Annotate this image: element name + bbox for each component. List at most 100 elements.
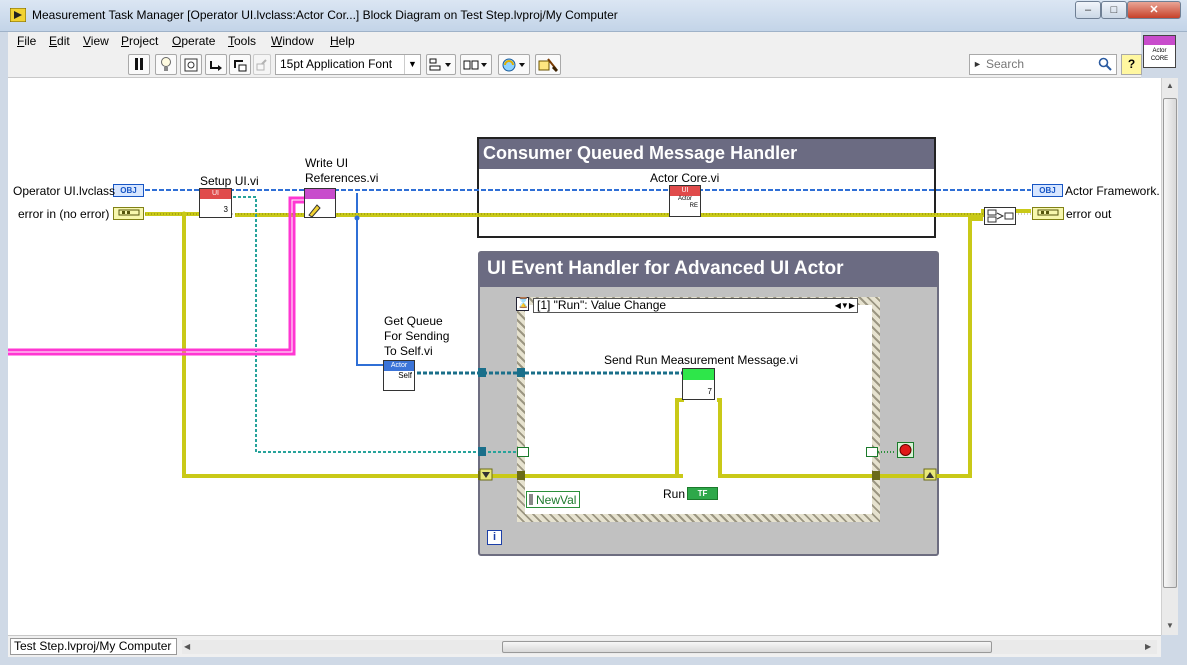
error-out-indicator[interactable] <box>1032 207 1064 220</box>
menu-operate[interactable]: Operate <box>172 34 215 48</box>
actor-framework-label: Actor Framework. <box>1065 184 1160 198</box>
setup-ui-number: 3 <box>223 205 228 214</box>
tunnel <box>478 447 486 456</box>
icon-banner <box>1144 36 1175 45</box>
menu-view[interactable]: View <box>83 34 109 48</box>
menu-help[interactable]: Help <box>330 34 355 48</box>
scroll-left-icon[interactable]: ◀ <box>184 642 190 651</box>
newval-label: NewVal <box>536 493 577 507</box>
actor-core-label: Actor Core.vi <box>650 171 720 185</box>
merge-errors-node[interactable] <box>984 207 1016 225</box>
stop-icon <box>899 444 912 456</box>
scroll-up-icon[interactable]: ▲ <box>1166 81 1174 90</box>
connector-pane-icon[interactable]: Actor CORE <box>1143 35 1176 68</box>
step-into-icon <box>210 61 222 71</box>
merge-errors-icon <box>987 209 1014 223</box>
vertical-scrollbar[interactable]: ▲ ▼ <box>1161 78 1178 635</box>
step-over-button[interactable] <box>229 54 251 75</box>
probe-icon <box>184 58 198 72</box>
block-diagram[interactable]: Consumer Queued Message Handler UI Event… <box>8 78 1161 635</box>
horizontal-scroll-thumb[interactable] <box>502 641 992 653</box>
project-context[interactable]: Test Step.lvproj/My Computer <box>10 638 177 655</box>
event-data-node[interactable]: NewVal <box>526 491 580 508</box>
scroll-down-icon[interactable]: ▼ <box>1166 621 1174 630</box>
labview-app-icon <box>10 8 26 22</box>
reorder-icon <box>502 58 525 72</box>
scroll-right-icon[interactable]: ▶ <box>1145 642 1151 651</box>
wire-layer <box>8 189 1031 481</box>
get-queue-for-sending-to-self-vi[interactable]: Actor Self <box>383 360 415 391</box>
refnum-wire <box>233 196 524 453</box>
actor-core-vi[interactable]: UI Actor RE <box>669 185 701 217</box>
distribute-objects-button[interactable] <box>460 54 492 75</box>
minimize-button[interactable]: – <box>1075 1 1101 19</box>
setup-ui-vi[interactable]: UI 3 <box>199 188 232 218</box>
vertical-scroll-thumb[interactable] <box>1163 98 1177 588</box>
status-bar: Test Step.lvproj/My Computer ◀ ▶ <box>8 635 1161 657</box>
context-help-button[interactable]: ? <box>1121 54 1142 75</box>
stop-terminal[interactable] <box>897 442 914 458</box>
event-ref-terminal[interactable] <box>866 447 878 457</box>
title-bar: Measurement Task Manager [Operator UI.lv… <box>0 0 1187 32</box>
step-into-button[interactable] <box>205 54 227 75</box>
tunnel <box>517 471 525 480</box>
event-ref-terminal[interactable] <box>517 447 529 457</box>
send-run-number: 7 <box>707 387 712 396</box>
chevron-down-icon: ▼ <box>404 55 420 74</box>
actor-core-banner: UI <box>670 186 700 196</box>
get-queue-banner: Actor <box>384 361 414 371</box>
search-icon[interactable] <box>1098 57 1112 71</box>
search-placeholder: Search <box>986 57 1025 71</box>
align-objects-button[interactable] <box>426 54 456 75</box>
write-ui-references-vi[interactable] <box>304 188 336 218</box>
step-over-icon <box>234 60 247 72</box>
maximize-button[interactable]: □ <box>1101 1 1127 19</box>
horizontal-scrollbar[interactable]: ◀ ▶ <box>182 640 1157 654</box>
reorder-button[interactable] <box>498 54 530 75</box>
tunnel <box>478 368 486 377</box>
toolbar: 15pt Application Font ▼ ► Search ? <box>8 52 1142 78</box>
menu-window[interactable]: Window <box>271 34 314 48</box>
highlight-execution-button[interactable] <box>155 54 177 75</box>
step-out-button[interactable] <box>253 54 271 75</box>
error-wire <box>145 209 1031 478</box>
event-data-handle <box>529 494 533 505</box>
search-scope-icon: ► <box>973 59 982 69</box>
run-boolean-terminal[interactable]: TF <box>687 487 718 500</box>
error-cluster-icon <box>118 209 139 216</box>
window-title: Measurement Task Manager [Operator UI.lv… <box>32 8 618 22</box>
send-run-banner <box>683 369 714 380</box>
clean-up-icon <box>538 58 559 73</box>
get-queue-self-text: Self <box>398 371 412 380</box>
actor-core-re: RE <box>689 203 698 209</box>
menu-tools[interactable]: Tools <box>228 34 256 48</box>
close-button[interactable]: ✕ <box>1127 1 1181 19</box>
reference-wire <box>8 196 304 356</box>
get-queue-label-line1: Get Queue <box>384 314 443 328</box>
error-in-control[interactable] <box>113 207 144 220</box>
pencil-icon <box>308 204 321 218</box>
operator-ui-class-control[interactable]: OBJ <box>113 184 144 197</box>
actor-core-text: Actor <box>677 196 692 202</box>
error-out-label: error out <box>1066 207 1112 221</box>
menu-edit[interactable]: Edit <box>49 34 70 48</box>
send-run-label: Send Run Measurement Message.vi <box>604 353 799 367</box>
tunnel <box>872 471 880 480</box>
menu-file[interactable]: File <box>17 34 36 48</box>
menu-project[interactable]: Project <box>121 34 158 48</box>
setup-ui-label: Setup UI.vi <box>200 174 259 188</box>
clean-up-diagram-button[interactable] <box>535 54 561 75</box>
pause-button[interactable] <box>128 54 150 75</box>
distribute-icon <box>463 60 487 70</box>
font-select[interactable]: 15pt Application Font ▼ <box>275 54 421 75</box>
write-ui-label-line2: References.vi <box>305 171 379 185</box>
write-ui-banner <box>305 189 335 199</box>
actor-framework-indicator[interactable]: OBJ <box>1032 184 1063 197</box>
run-label: Run <box>663 487 686 501</box>
icon-text: Actor CORE <box>1150 48 1169 62</box>
write-ui-label-line1: Write UI <box>305 156 349 170</box>
search-input[interactable]: ► Search <box>969 54 1117 75</box>
send-run-measurement-message-vi[interactable]: 7 <box>682 368 715 400</box>
retain-wire-values-button[interactable] <box>180 54 202 75</box>
step-out-icon <box>256 59 267 71</box>
